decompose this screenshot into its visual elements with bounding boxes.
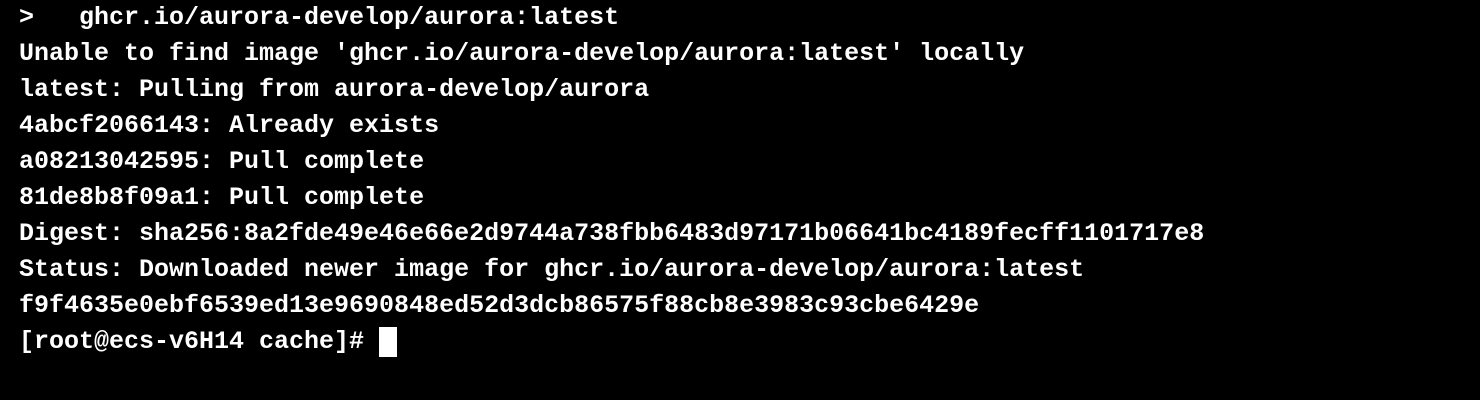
terminal-line-pulling: latest: Pulling from aurora-develop/auro…	[19, 75, 650, 104]
terminal-line-layer-complete-2: 81de8b8f09a1: Pull complete	[19, 183, 425, 212]
terminal-prompt-line[interactable]: [root@ecs-v6H14 cache]#	[19, 324, 1474, 360]
terminal-line-unable-to-find: Unable to find image 'ghcr.io/aurora-dev…	[19, 39, 1025, 68]
shell-prompt: [root@ecs-v6H14 cache]#	[19, 327, 365, 356]
text-cursor	[379, 327, 398, 357]
terminal-line-container-id: f9f4635e0ebf6539ed13e9690848ed52d3dcb865…	[19, 291, 980, 320]
terminal-line-status: Status: Downloaded newer image for ghcr.…	[19, 255, 1085, 284]
terminal-line-command: > ghcr.io/aurora-develop/aurora:latest	[19, 3, 620, 32]
terminal-line-layer-complete-1: a08213042595: Pull complete	[19, 147, 425, 176]
terminal-output: > ghcr.io/aurora-develop/aurora:latest U…	[19, 0, 1474, 360]
terminal-window[interactable]: > ghcr.io/aurora-develop/aurora:latest U…	[0, 0, 1480, 400]
terminal-line-digest: Digest: sha256:8a2fde49e46e66e2d9744a738…	[19, 219, 1205, 248]
terminal-line-layer-exists: 4abcf2066143: Already exists	[19, 111, 440, 140]
